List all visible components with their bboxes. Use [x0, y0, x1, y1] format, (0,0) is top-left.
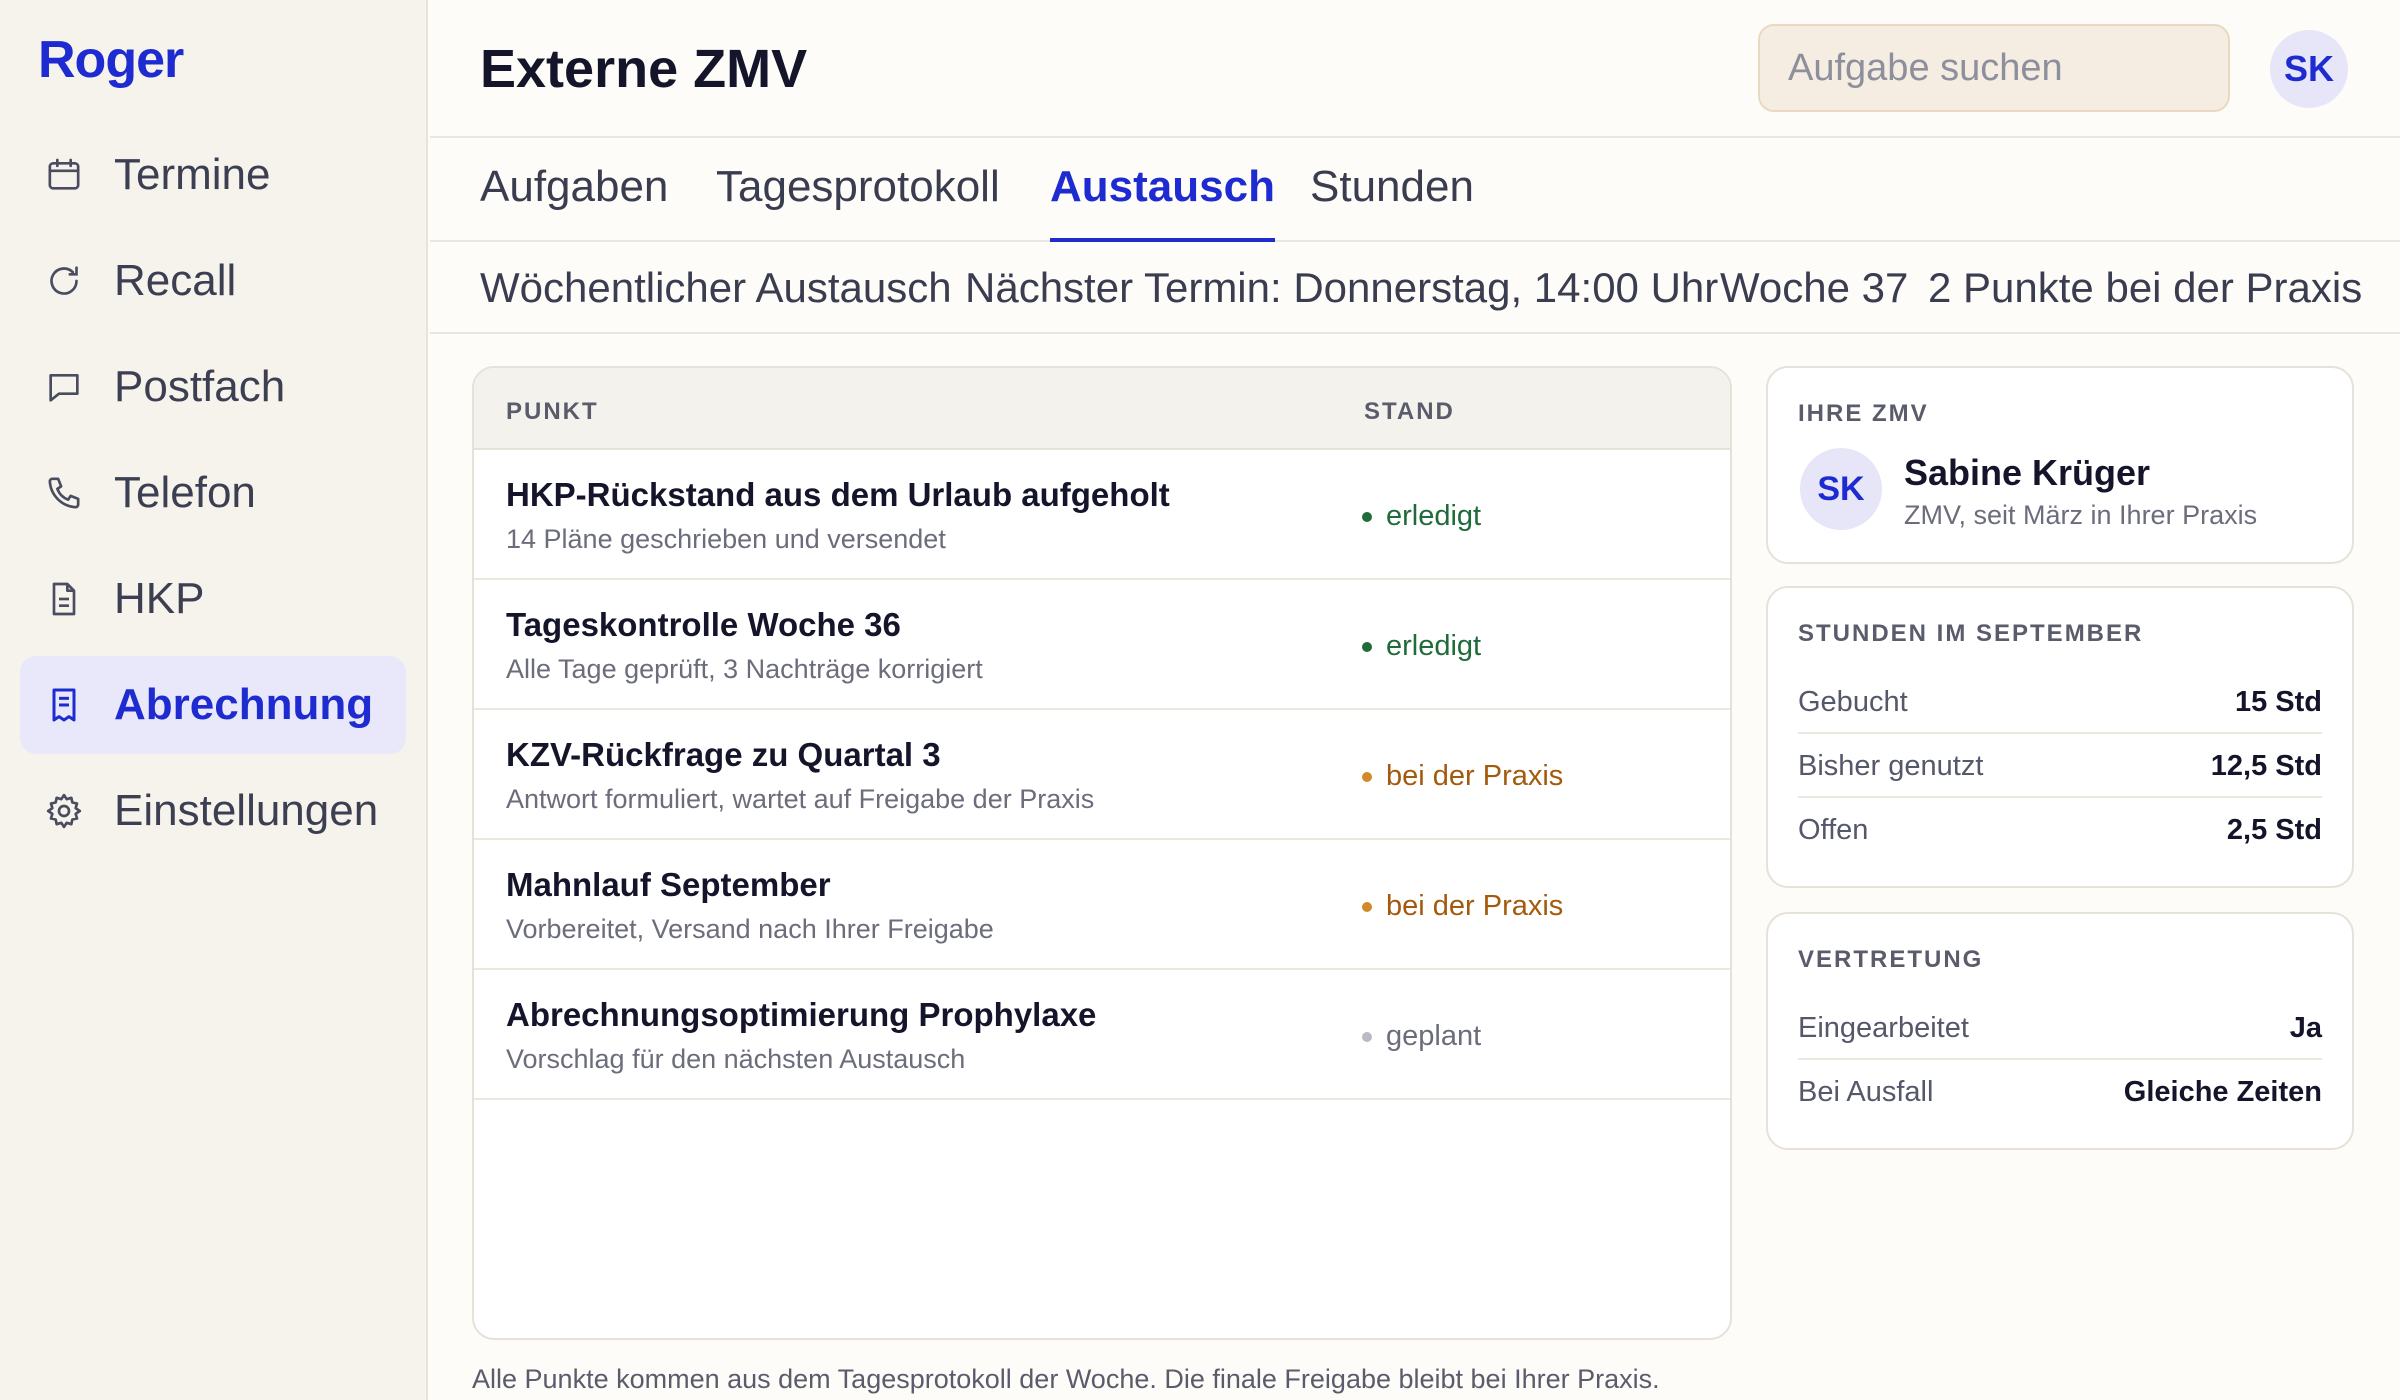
- zmv-role: ZMV, seit März in Ihrer Praxis: [1904, 500, 2258, 530]
- status-badge: bei der Praxis: [1362, 890, 1563, 923]
- message-icon: [44, 367, 84, 407]
- table-row[interactable]: Abrechnungsoptimierung Prophylaxe Vorschl…: [474, 970, 1730, 1100]
- sidebar-item-label: Abrechnung: [114, 680, 374, 729]
- hours-row-open: Offen 2,5 Std: [1798, 798, 2322, 862]
- sidebar: Roger Termine Recall Postfach Telefon HK…: [0, 0, 428, 1400]
- substitute-key: Bei Ausfall: [1798, 1076, 1934, 1108]
- column-header-stand[interactable]: STAND: [1364, 398, 1455, 426]
- sidebar-item-label: Einstellungen: [114, 786, 379, 835]
- table-header: PUNKT STAND: [474, 368, 1730, 450]
- meeting-title: Wöchentlicher Austausch: [480, 264, 952, 311]
- row-subtitle: Antwort formuliert, wartet auf Freigabe …: [506, 784, 1095, 814]
- status-label: erledigt: [1386, 630, 1482, 662]
- open-points-count: 2 Punkte bei der Praxis: [1928, 264, 2363, 311]
- hours-row-used: Bisher genutzt 12,5 Std: [1798, 734, 2322, 798]
- row-subtitle: 14 Pläne geschrieben und versendet: [506, 524, 946, 554]
- zmv-card-label: IHRE ZMV: [1798, 400, 1929, 427]
- page-title: Externe ZMV: [480, 39, 808, 99]
- tab-stunden[interactable]: Stunden: [1310, 162, 1474, 242]
- hours-key: Offen: [1798, 814, 1869, 846]
- search-input[interactable]: [1758, 24, 2230, 112]
- status-badge: geplant: [1362, 1020, 1481, 1053]
- substitute-value: Ja: [2289, 1012, 2322, 1044]
- row-title: Abrechnungsoptimierung Prophylaxe: [506, 996, 1097, 1033]
- hours-key: Bisher genutzt: [1798, 750, 1984, 782]
- status-dot-icon: [1362, 511, 1372, 522]
- row-title: KZV-Rückfrage zu Quartal 3: [506, 736, 941, 773]
- next-meeting: Nächster Termin: Donnerstag, 14:00 Uhr: [965, 264, 1719, 311]
- table-row[interactable]: Mahnlauf September Vorbereitet, Versand n…: [474, 840, 1730, 970]
- tab-bar: Aufgaben Tagesprotokoll Austausch Stunde…: [430, 138, 2400, 242]
- status-label: bei der Praxis: [1386, 890, 1564, 922]
- status-badge: erledigt: [1362, 500, 1481, 533]
- tab-austausch[interactable]: Austausch: [1050, 162, 1275, 242]
- status-label: erledigt: [1386, 500, 1482, 532]
- avatar[interactable]: SK: [2270, 30, 2348, 108]
- hours-value: 12,5 Std: [2210, 750, 2322, 782]
- calendar-icon: [44, 155, 84, 195]
- substitute-value: Gleiche Zeiten: [2123, 1076, 2322, 1108]
- status-label: bei der Praxis: [1386, 760, 1564, 792]
- sidebar-item-hkp[interactable]: HKP: [20, 550, 406, 648]
- sidebar-item-label: Telefon: [114, 468, 256, 517]
- zmv-name: Sabine Krüger: [1904, 452, 2151, 493]
- zmv-card: IHRE ZMV SK Sabine Krüger ZMV, seit März…: [1766, 366, 2354, 564]
- substitute-card: VERTRETUNG Eingearbeitet Ja Bei Ausfall …: [1766, 912, 2354, 1150]
- refresh-icon: [44, 261, 84, 301]
- zmv-avatar: SK: [1800, 448, 1882, 530]
- sidebar-item-einstellungen[interactable]: Einstellungen: [20, 762, 406, 860]
- phone-icon: [44, 473, 84, 513]
- page-header: Externe ZMV SK: [430, 0, 2400, 138]
- sidebar-item-label: Recall: [114, 256, 237, 305]
- sidebar-item-abrechnung[interactable]: Abrechnung: [20, 656, 406, 754]
- hours-key: Gebucht: [1798, 686, 1908, 718]
- row-title: HKP-Rückstand aus dem Urlaub aufgeholt: [506, 476, 1170, 513]
- status-dot-icon: [1362, 771, 1372, 782]
- substitute-row-trained: Eingearbeitet Ja: [1798, 996, 2322, 1060]
- sidebar-item-label: Termine: [114, 150, 271, 199]
- table-body: HKP-Rückstand aus dem Urlaub aufgeholt 14…: [474, 450, 1730, 1100]
- sidebar-item-label: Postfach: [114, 362, 286, 411]
- table-row[interactable]: Tageskontrolle Woche 36 Alle Tage geprüft…: [474, 580, 1730, 710]
- sidebar-item-postfach[interactable]: Postfach: [20, 338, 406, 436]
- app-logo[interactable]: Roger: [38, 30, 184, 90]
- row-subtitle: Vorschlag für den nächsten Austausch: [506, 1044, 966, 1074]
- status-label: geplant: [1386, 1020, 1482, 1052]
- row-subtitle: Vorbereitet, Versand nach Ihrer Freigabe: [506, 914, 994, 944]
- hours-value: 2,5 Std: [2226, 814, 2322, 846]
- points-table: PUNKT STAND HKP-Rückstand aus dem Urlaub…: [472, 366, 1732, 1340]
- tab-tagesprotokoll[interactable]: Tagesprotokoll: [716, 162, 1000, 242]
- table-footnote: Alle Punkte kommen aus dem Tagesprotokol…: [472, 1364, 1660, 1394]
- status-dot-icon: [1362, 1031, 1372, 1042]
- sidebar-item-telefon[interactable]: Telefon: [20, 444, 406, 542]
- meeting-info-bar: Wöchentlicher Austausch Nächster Termin:…: [430, 242, 2400, 334]
- table-row[interactable]: KZV-Rückfrage zu Quartal 3 Antwort formul…: [474, 710, 1730, 840]
- row-title: Mahnlauf September: [506, 866, 831, 903]
- substitute-card-label: VERTRETUNG: [1798, 946, 1984, 973]
- week-label: Woche 37: [1720, 264, 1909, 311]
- substitute-row-absence: Bei Ausfall Gleiche Zeiten: [1798, 1060, 2322, 1124]
- row-subtitle: Alle Tage geprüft, 3 Nachträge korrigier…: [506, 654, 983, 684]
- sidebar-nav: Termine Recall Postfach Telefon HKP Abre…: [20, 126, 406, 868]
- gear-icon: [44, 791, 84, 831]
- document-icon: [44, 579, 84, 619]
- hours-card-label: STUNDEN IM SEPTEMBER: [1798, 620, 2144, 647]
- status-badge: erledigt: [1362, 630, 1481, 663]
- tab-aufgaben[interactable]: Aufgaben: [480, 162, 668, 242]
- column-header-punkt[interactable]: PUNKT: [506, 398, 599, 426]
- sidebar-item-recall[interactable]: Recall: [20, 232, 406, 330]
- substitute-key: Eingearbeitet: [1798, 1012, 1969, 1044]
- receipt-icon: [44, 685, 84, 725]
- status-dot-icon: [1362, 641, 1372, 652]
- row-title: Tageskontrolle Woche 36: [506, 606, 901, 643]
- status-badge: bei der Praxis: [1362, 760, 1563, 793]
- sidebar-item-termine[interactable]: Termine: [20, 126, 406, 224]
- hours-card: STUNDEN IM SEPTEMBER Gebucht 15 Std Bish…: [1766, 586, 2354, 888]
- table-row[interactable]: HKP-Rückstand aus dem Urlaub aufgeholt 14…: [474, 450, 1730, 580]
- hours-row-booked: Gebucht 15 Std: [1798, 670, 2322, 734]
- status-dot-icon: [1362, 901, 1372, 912]
- sidebar-item-label: HKP: [114, 574, 205, 623]
- hours-value: 15 Std: [2234, 686, 2322, 718]
